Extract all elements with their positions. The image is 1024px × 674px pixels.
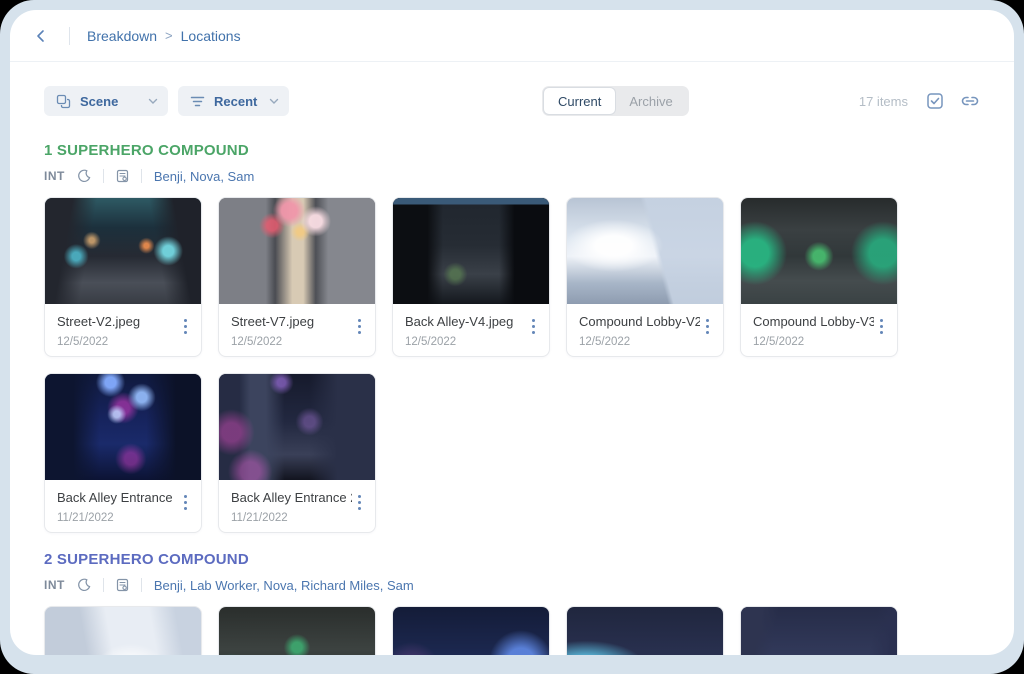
more-options-button[interactable] [526, 314, 541, 339]
section-meta-2: INT Benji, Lab Worker, Nova, Richard Mil… [44, 576, 980, 594]
location-grid-2 [44, 606, 930, 655]
location-card[interactable] [392, 606, 550, 655]
more-options-button[interactable] [178, 314, 193, 339]
file-name: Back Alley Entrance [57, 490, 178, 505]
items-count: 17 items [859, 94, 908, 109]
section-meta-1: INT Benji, Nova, Sam [44, 167, 980, 185]
file-date: 12/5/2022 [57, 336, 178, 348]
current-archive-toggle: Current Archive [542, 86, 689, 116]
location-card[interactable]: Back Alley-V4.jpeg 12/5/2022 [392, 197, 550, 357]
top-bar: Breakdown > Locations [10, 10, 1014, 62]
location-thumbnail [45, 374, 201, 480]
location-card[interactable]: Back Alley Entrance 2 11/21/2022 [218, 373, 376, 533]
location-thumbnail [219, 607, 375, 655]
sort-filter-label: Recent [214, 94, 257, 109]
main-panel: Breakdown > Locations Scene [10, 10, 1014, 655]
int-ext-label: INT [44, 169, 65, 183]
moon-icon [77, 578, 91, 592]
location-grid-1: Street-V2.jpeg 12/5/2022 Street-V7.jpeg … [44, 197, 930, 533]
section-title-2: 2 SUPERHERO COMPOUND [44, 551, 980, 568]
location-thumbnail [393, 198, 549, 304]
location-card[interactable]: Back Alley Entrance 11/21/2022 [44, 373, 202, 533]
topbar-divider [69, 27, 70, 45]
file-date: 12/5/2022 [405, 336, 526, 348]
location-card[interactable] [740, 606, 898, 655]
sort-filter-dropdown[interactable]: Recent [178, 86, 289, 116]
moon-icon [77, 169, 91, 183]
meta-divider [103, 169, 104, 183]
location-card[interactable]: Street-V7.jpeg 12/5/2022 [218, 197, 376, 357]
location-thumbnail [219, 198, 375, 304]
location-card[interactable]: Compound Lobby-V2.j... 12/5/2022 [566, 197, 724, 357]
location-thumbnail [741, 607, 897, 655]
int-ext-label: INT [44, 578, 65, 592]
file-name: Compound Lobby-V2.j... [579, 314, 700, 329]
cast-list[interactable]: Benji, Lab Worker, Nova, Richard Miles, … [154, 578, 414, 593]
breadcrumb-separator: > [165, 28, 173, 43]
meta-divider [141, 169, 142, 183]
more-options-button[interactable] [352, 314, 367, 339]
breadcrumb-item-breakdown[interactable]: Breakdown [87, 28, 157, 44]
location-thumbnail [45, 607, 201, 655]
meta-divider [141, 578, 142, 592]
breadcrumb-item-locations[interactable]: Locations [181, 28, 241, 44]
file-date: 12/5/2022 [579, 336, 700, 348]
content-area: Scene Recent Current Archive [10, 86, 1014, 655]
file-date: 12/5/2022 [753, 336, 874, 348]
location-thumbnail [567, 607, 723, 655]
file-name: Street-V7.jpeg [231, 314, 352, 329]
location-card[interactable]: Compound Lobby-V3.j... 12/5/2022 [740, 197, 898, 357]
link-icon[interactable] [960, 94, 980, 108]
location-thumbnail [219, 374, 375, 480]
select-checkbox-icon[interactable] [926, 92, 944, 110]
chevron-down-icon [148, 98, 158, 105]
file-name: Street-V2.jpeg [57, 314, 178, 329]
location-card[interactable] [44, 606, 202, 655]
location-card[interactable] [218, 606, 376, 655]
meta-divider [103, 578, 104, 592]
file-name: Back Alley Entrance 2 [231, 490, 352, 505]
more-options-button[interactable] [352, 490, 367, 515]
app-window: Breakdown > Locations Scene [0, 0, 1024, 674]
location-thumbnail [45, 198, 201, 304]
back-button[interactable] [30, 25, 52, 47]
toolbar-right: 17 items [859, 92, 980, 110]
sort-lines-icon [190, 95, 205, 108]
chevron-left-icon [33, 28, 49, 44]
breadcrumb: Breakdown > Locations [87, 28, 241, 44]
location-card[interactable] [566, 606, 724, 655]
toolbar: Scene Recent Current Archive [44, 86, 980, 116]
toggle-option-current[interactable]: Current [544, 88, 615, 114]
location-card[interactable]: Street-V2.jpeg 12/5/2022 [44, 197, 202, 357]
scene-filter-label: Scene [80, 94, 118, 109]
more-options-button[interactable] [700, 314, 715, 339]
more-options-button[interactable] [178, 490, 193, 515]
chevron-down-icon [269, 98, 279, 105]
location-thumbnail [393, 607, 549, 655]
toggle-option-archive[interactable]: Archive [615, 88, 686, 114]
file-name: Back Alley-V4.jpeg [405, 314, 526, 329]
more-options-button[interactable] [874, 314, 889, 339]
location-thumbnail [567, 198, 723, 304]
location-thumbnail [741, 198, 897, 304]
cast-list[interactable]: Benji, Nova, Sam [154, 169, 254, 184]
scene-filter-dropdown[interactable]: Scene [44, 86, 168, 116]
script-page-icon[interactable] [116, 169, 129, 183]
file-date: 11/21/2022 [231, 512, 352, 524]
file-date: 11/21/2022 [57, 512, 178, 524]
file-name: Compound Lobby-V3.j... [753, 314, 874, 329]
section-title-1: 1 SUPERHERO COMPOUND [44, 142, 980, 159]
file-date: 12/5/2022 [231, 336, 352, 348]
scenes-icon [56, 94, 71, 109]
script-page-icon[interactable] [116, 578, 129, 592]
